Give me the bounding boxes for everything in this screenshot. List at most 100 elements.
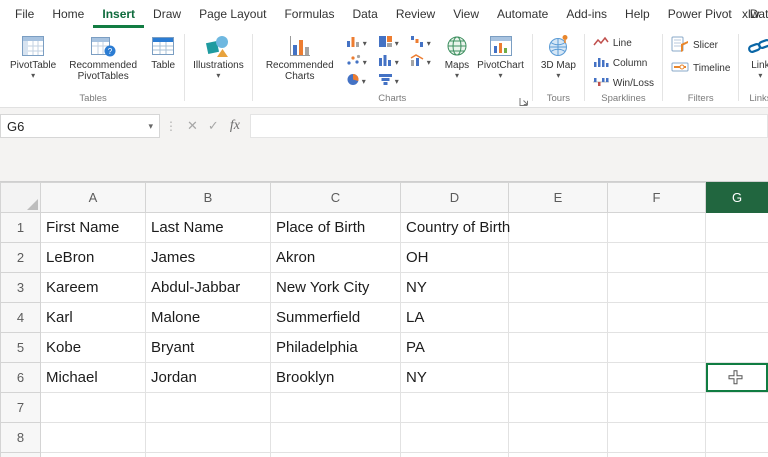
cell-E6[interactable]: [509, 363, 608, 393]
sparkline-column-button[interactable]: Column: [590, 55, 657, 72]
cell-D3[interactable]: NY: [401, 273, 509, 303]
formula-input[interactable]: [250, 114, 768, 138]
cell-E1[interactable]: [509, 213, 608, 243]
pivottable-button[interactable]: PivotTable ▾: [7, 31, 59, 81]
column-header-C[interactable]: C: [271, 183, 401, 213]
confirm-entry-icon[interactable]: ✓: [203, 118, 224, 134]
ribbon-tab-file[interactable]: File: [6, 0, 43, 28]
table-button[interactable]: Table: [147, 31, 179, 73]
cell-D1[interactable]: Country of Birth: [401, 213, 509, 243]
ribbon-tab-formulas[interactable]: Formulas: [275, 0, 343, 28]
cell-E7[interactable]: [509, 393, 608, 423]
row-header-1[interactable]: 1: [1, 213, 41, 243]
cell-F5[interactable]: [608, 333, 706, 363]
cell-E4[interactable]: [509, 303, 608, 333]
insert-statistic-chart-button[interactable]: ▾: [376, 53, 408, 73]
pivotchart-button[interactable]: PivotChart ▾: [474, 31, 527, 81]
cell-B5[interactable]: Bryant: [146, 333, 271, 363]
cell-C-partial[interactable]: [271, 453, 401, 457]
select-all-corner[interactable]: [1, 183, 41, 213]
cell-B1[interactable]: Last Name: [146, 213, 271, 243]
cell-C6[interactable]: Brooklyn: [271, 363, 401, 393]
column-header-B[interactable]: B: [146, 183, 271, 213]
ribbon-tab-automate[interactable]: Automate: [488, 0, 557, 28]
name-box[interactable]: G6 ▾: [0, 114, 160, 138]
row-header-2[interactable]: 2: [1, 243, 41, 273]
ribbon-tab-home[interactable]: Home: [43, 0, 93, 28]
illustrations-button[interactable]: Illustrations ▾: [190, 31, 247, 81]
cell-F4[interactable]: [608, 303, 706, 333]
cell-G5[interactable]: [706, 333, 768, 363]
cell-A1[interactable]: First Name: [41, 213, 146, 243]
row-header-8[interactable]: 8: [1, 423, 41, 453]
cell-G2[interactable]: [706, 243, 768, 273]
cell-D5[interactable]: PA: [401, 333, 509, 363]
cell-B8[interactable]: [146, 423, 271, 453]
cell-A4[interactable]: Karl: [41, 303, 146, 333]
insert-combo-chart-button[interactable]: ▾: [408, 53, 440, 73]
cell-C2[interactable]: Akron: [271, 243, 401, 273]
cell-C3[interactable]: New York City: [271, 273, 401, 303]
ribbon-tab-page-layout[interactable]: Page Layout: [190, 0, 275, 28]
cell-E-partial[interactable]: [509, 453, 608, 457]
cell-D-partial[interactable]: [401, 453, 509, 457]
row-header-partial[interactable]: [1, 453, 41, 457]
column-header-D[interactable]: D: [401, 183, 509, 213]
ribbon-tab-data[interactable]: Data: [343, 0, 386, 28]
cell-F7[interactable]: [608, 393, 706, 423]
cell-G1[interactable]: [706, 213, 768, 243]
cell-E8[interactable]: [509, 423, 608, 453]
cell-B3[interactable]: Abdul-Jabbar: [146, 273, 271, 303]
maps-button[interactable]: Maps ▾: [442, 31, 472, 81]
insert-column-chart-button[interactable]: ▾: [344, 34, 376, 54]
insert-waterfall-chart-button[interactable]: ▾: [408, 34, 440, 54]
cell-A8[interactable]: [41, 423, 146, 453]
row-header-6[interactable]: 6: [1, 363, 41, 393]
insert-scatter-chart-button[interactable]: ▾: [344, 53, 376, 73]
row-header-5[interactable]: 5: [1, 333, 41, 363]
cell-F2[interactable]: [608, 243, 706, 273]
ribbon-tab-review[interactable]: Review: [387, 0, 444, 28]
cell-G3[interactable]: [706, 273, 768, 303]
recommended-charts-button[interactable]: Recommended Charts: [258, 31, 342, 84]
cell-F8[interactable]: [608, 423, 706, 453]
ribbon-tab-draw[interactable]: Draw: [144, 0, 190, 28]
slicer-button[interactable]: Slicer: [668, 35, 733, 56]
ribbon-tab-view[interactable]: View: [444, 0, 488, 28]
charts-dialog-launcher-icon[interactable]: [519, 94, 530, 105]
cell-G7[interactable]: [706, 393, 768, 423]
cell-F6[interactable]: [608, 363, 706, 393]
ribbon-tab-power-pivot[interactable]: Power Pivot: [659, 0, 741, 28]
cell-C5[interactable]: Philadelphia: [271, 333, 401, 363]
insert-hierarchy-chart-button[interactable]: ▾: [376, 34, 408, 54]
cell-A6[interactable]: Michael: [41, 363, 146, 393]
cell-B2[interactable]: James: [146, 243, 271, 273]
insert-function-icon[interactable]: fx: [224, 118, 246, 134]
ribbon-tab-help[interactable]: Help: [616, 0, 659, 28]
cell-G8[interactable]: [706, 423, 768, 453]
cell-D7[interactable]: [401, 393, 509, 423]
cell-A7[interactable]: [41, 393, 146, 423]
row-header-4[interactable]: 4: [1, 303, 41, 333]
sparkline-line-button[interactable]: Line: [590, 35, 657, 52]
cell-D2[interactable]: OH: [401, 243, 509, 273]
cell-C1[interactable]: Place of Birth: [271, 213, 401, 243]
cell-G-partial[interactable]: [706, 453, 768, 457]
cell-C7[interactable]: [271, 393, 401, 423]
cell-B-partial[interactable]: [146, 453, 271, 457]
formula-bar-drag-handle[interactable]: ⋮: [160, 119, 182, 133]
row-header-7[interactable]: 7: [1, 393, 41, 423]
cell-E2[interactable]: [509, 243, 608, 273]
cell-F-partial[interactable]: [608, 453, 706, 457]
column-header-E[interactable]: E: [509, 183, 608, 213]
ribbon-tab-insert[interactable]: Insert: [93, 0, 144, 28]
cell-B7[interactable]: [146, 393, 271, 423]
cell-B4[interactable]: Malone: [146, 303, 271, 333]
cancel-entry-icon[interactable]: ✕: [182, 118, 203, 134]
link-button[interactable]: Link ▾: [744, 31, 768, 81]
insert-funnel-chart-button[interactable]: ▾: [376, 72, 408, 92]
cell-G4[interactable]: [706, 303, 768, 333]
cell-A2[interactable]: LeBron: [41, 243, 146, 273]
cell-F1[interactable]: [608, 213, 706, 243]
column-header-F[interactable]: F: [608, 183, 706, 213]
